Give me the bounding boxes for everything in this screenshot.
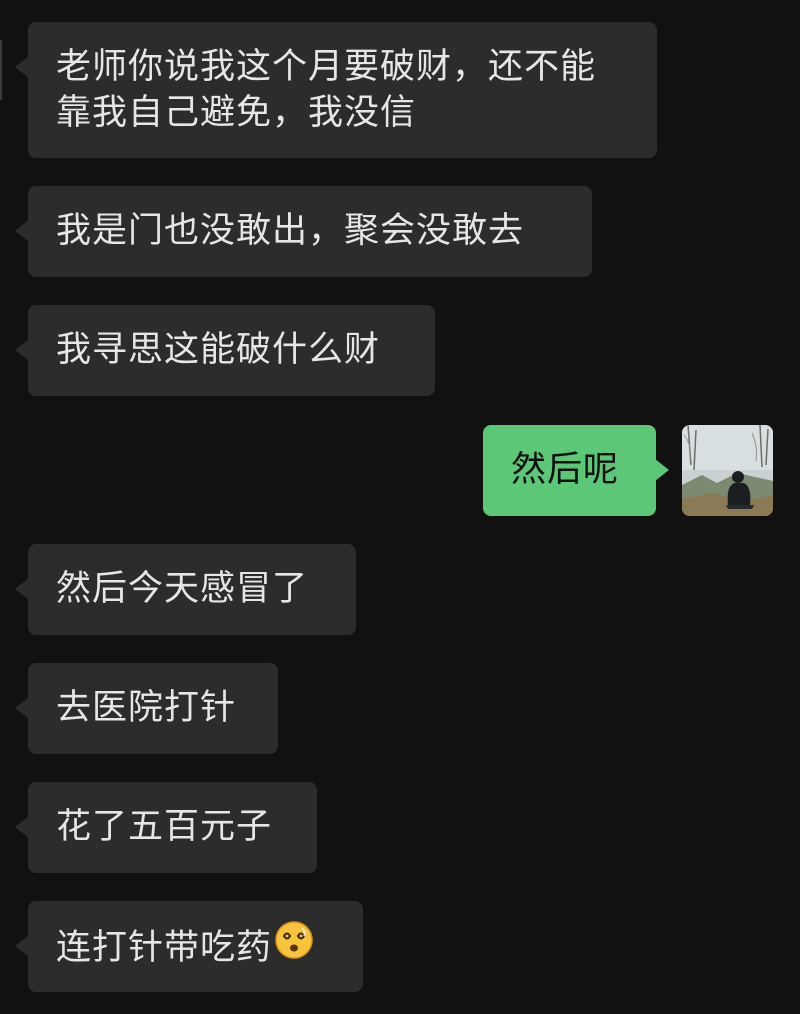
message-text-line: 老师你说我这个月要破财，还不能 [56,47,597,87]
message-bubble-incoming[interactable]: 老师你说我这个月要破财，还不能 靠我自己避免，我没信 [15,22,657,158]
chat-area: 老师你说我这个月要破财，还不能 靠我自己避免，我没信 我是门也没敢出，聚会没敢去… [0,0,800,1014]
dizzy-face-emoji-icon [274,920,314,972]
message-text: 连打针带吃药 [56,928,273,968]
message-bubble-incoming[interactable]: 我是门也没敢出，聚会没敢去 [15,186,592,277]
user-avatar[interactable] [682,425,773,516]
message-text: 然后呢 [511,450,620,490]
message-text-line: 靠我自己避免，我没信 [56,93,417,133]
message-text: 花了五百元子 [56,807,273,847]
avatar-photo-icon [682,425,773,516]
message-text: 我寻思这能破什么财 [56,330,381,370]
message-bubble-incoming[interactable]: 我寻思这能破什么财 [15,305,435,396]
message-bubble-incoming[interactable]: 花了五百元子 [15,782,317,873]
message-text: 去医院打针 [56,688,237,728]
message-bubble-incoming[interactable]: 去医院打针 [15,663,278,754]
message-bubble-incoming[interactable]: 连打针带吃药 [15,901,363,992]
left-edge-decoration [0,40,2,100]
message-text: 然后今天感冒了 [56,569,309,609]
message-bubble-outgoing[interactable]: 然后呢 [483,425,669,516]
message-bubble-incoming[interactable]: 然后今天感冒了 [15,544,356,635]
message-text: 我是门也没敢出，聚会没敢去 [56,211,525,251]
